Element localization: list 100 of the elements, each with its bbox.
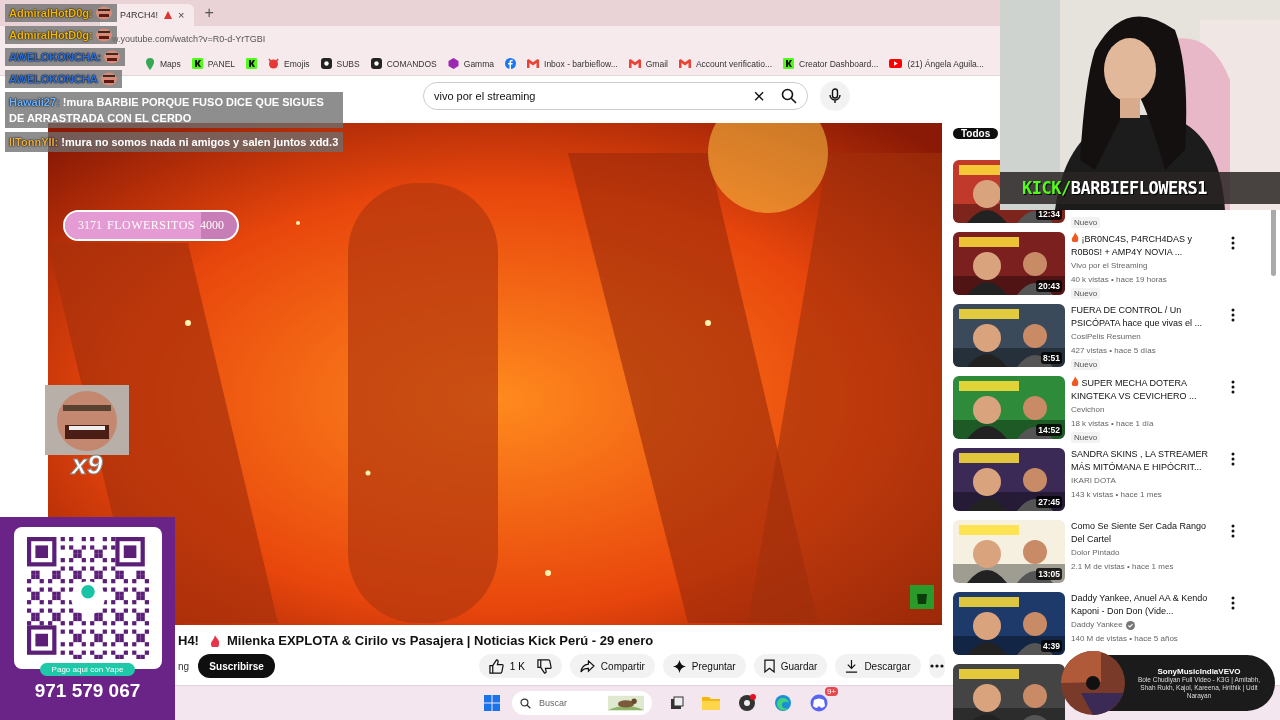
more-icon[interactable] — [1231, 308, 1235, 322]
taskbar-search-field[interactable]: Buscar — [512, 691, 652, 715]
video-title[interactable]: SANDRA SKINS , LA STREAMER MÁS MITÓMANA E HIPÓCRIT... — [1071, 448, 1221, 474]
flame-icon — [209, 634, 220, 647]
video-title[interactable]: Daddy Yankee, Anuel AA & Kendo Kaponi - Don Don (Vide... — [1071, 592, 1221, 618]
kick-logo-icon — [783, 58, 794, 69]
microphone-icon — [829, 88, 841, 104]
hexagon-icon — [447, 58, 459, 69]
more-icon[interactable] — [1231, 452, 1235, 466]
devil-icon — [268, 58, 280, 69]
video-title[interactable]: Como Se Siente Ser Cada Rango Del Cartel — [1071, 520, 1221, 546]
chat-message: Hawaii27: !mura BARBIE PORQUE FUSO DICE QUE SIGUES DE ARRASTRADA CON EL CERDO — [5, 92, 343, 128]
shield-icon — [320, 58, 332, 69]
video-title[interactable]: FUERA DE CONTROL / Un PSICÓPATA hace que vivas el ... — [1071, 304, 1221, 330]
chat-username: AdmiralHotD0g: — [9, 7, 93, 19]
channel-name[interactable]: CosiPelis Resumen — [1071, 330, 1141, 344]
sparkle-icon — [672, 659, 686, 673]
browser-icon[interactable] — [774, 694, 792, 712]
video-title[interactable]: SUPER MECHA DOTERA KINGTEKA VS CEVICHERO ... — [1071, 376, 1221, 403]
channel-name[interactable]: Vivo por el Streaming — [1071, 259, 1148, 273]
bookmark[interactable]: Inbox - barbieflow... — [527, 58, 618, 69]
play-icon — [889, 59, 903, 68]
share-button[interactable]: Compartir — [569, 654, 655, 678]
download-icon — [845, 659, 859, 673]
microphone-button[interactable] — [820, 81, 850, 111]
search-icon[interactable] — [781, 88, 797, 104]
video-views: 2.1 M de vistas • hace 1 mes — [1071, 561, 1174, 573]
new-badge: Nuevo — [1071, 359, 1101, 370]
emote-icon — [94, 28, 113, 42]
bookmark[interactable]: Creator Dashboard... — [783, 58, 879, 69]
new-badge: Nuevo — [1071, 288, 1101, 299]
more-button[interactable] — [928, 654, 945, 678]
emote-icon — [99, 72, 118, 86]
subscribe-button[interactable]: Suscribirse — [198, 654, 275, 678]
duration-badge: 13:05 — [1036, 568, 1062, 580]
video-views: 427 vistas • hace 5 días — [1071, 345, 1156, 357]
emote-icon — [94, 6, 113, 20]
mail-icon — [678, 59, 691, 68]
thumbs-down-icon — [536, 658, 552, 674]
new-badge: Nuevo — [1071, 217, 1101, 228]
duration-badge: 8:51 — [1041, 352, 1062, 364]
emote-icon — [103, 50, 122, 64]
chat-username: AWELOKONCHA — [9, 73, 98, 85]
phone-number: 971 579 067 — [34, 680, 141, 702]
mail-icon — [527, 59, 539, 68]
map-pin-icon — [145, 57, 155, 70]
channel-name[interactable]: Dolor Pintado — [1071, 546, 1120, 560]
more-icon — [929, 664, 944, 668]
more-icon[interactable] — [1231, 380, 1235, 394]
bookmark[interactable]: COMANDOS — [370, 58, 437, 69]
bookmark[interactable]: Gmail — [628, 58, 668, 69]
bookmark[interactable] — [246, 58, 258, 69]
duration-badge: 14:52 — [1036, 424, 1062, 436]
channel-name[interactable]: Cevichon — [1071, 403, 1105, 417]
record-app-icon[interactable] — [738, 694, 756, 712]
video-title[interactable]: ¡BR0NC4S, P4RCH4DAS y R0B0S! + AMP4Y NOVIA ... — [1071, 232, 1221, 259]
more-icon[interactable] — [1231, 596, 1235, 610]
video-title: Milenka EXPLOTA & Cirilo vs Pasajera | Noticias Kick Perú - 29 enero — [226, 633, 654, 648]
save-button[interactable]: Guardar — [753, 654, 828, 678]
bookmark[interactable]: Maps — [145, 57, 181, 70]
bookmark[interactable]: Account verificatio... — [678, 58, 772, 69]
bookmark[interactable]: Gamma — [447, 58, 494, 69]
bookmark-icon — [763, 659, 775, 673]
close-tab-button[interactable]: × — [178, 9, 185, 21]
video-views: 40 k vistas • hace 19 horas — [1071, 274, 1167, 286]
new-tab-button[interactable]: + — [204, 4, 214, 22]
notification-badge: 9+ — [824, 687, 838, 696]
video-title-fragment: H4! — [178, 633, 199, 648]
notification-title: SonyMusicIndiaVEVO — [1157, 666, 1241, 676]
video-views: 143 k vistas • hace 1 mes — [1071, 489, 1162, 501]
share-icon — [579, 659, 595, 673]
bookmark[interactable]: Emojis — [268, 58, 310, 69]
channel-name[interactable]: Daddy Yankee — [1071, 618, 1135, 632]
mail-icon — [628, 59, 641, 68]
bookmark[interactable]: SUBS — [320, 58, 360, 69]
duration-badge: 20:43 — [1036, 280, 1062, 292]
yape-caption: Pago aquí con Yape — [39, 663, 136, 676]
ask-button[interactable]: Preguntar — [662, 654, 746, 678]
duration-badge: 27:45 — [1036, 496, 1062, 508]
kick-logo-icon — [191, 58, 203, 69]
task-view-icon[interactable] — [670, 696, 684, 710]
shield-icon — [370, 58, 382, 69]
chat-username: AdmiralHotD0g: — [9, 29, 93, 41]
chat-username: AWELOKONCHA: — [9, 51, 102, 63]
bookmark[interactable]: (21) Ángela Aguila... — [889, 58, 984, 69]
warning-icon — [164, 11, 172, 19]
kick-logo-icon — [246, 58, 258, 69]
download-button[interactable]: Descargar — [835, 654, 921, 678]
bookmark[interactable]: PANEL — [191, 58, 236, 69]
search-icon — [520, 697, 531, 709]
video-views: 18 k vistas • hace 1 día — [1071, 418, 1154, 430]
thumbs-up-icon — [488, 658, 504, 674]
more-icon[interactable] — [1231, 524, 1235, 538]
channel-name[interactable]: IKARI DOTA — [1071, 474, 1116, 488]
channel-name[interactable]: ng — [178, 660, 191, 672]
facebook-icon — [505, 58, 516, 69]
clear-button[interactable]: × — [753, 86, 765, 106]
more-icon[interactable] — [1231, 236, 1235, 250]
chat-app-icon[interactable] — [810, 694, 828, 712]
filter-chip[interactable]: Todos — [953, 128, 999, 139]
